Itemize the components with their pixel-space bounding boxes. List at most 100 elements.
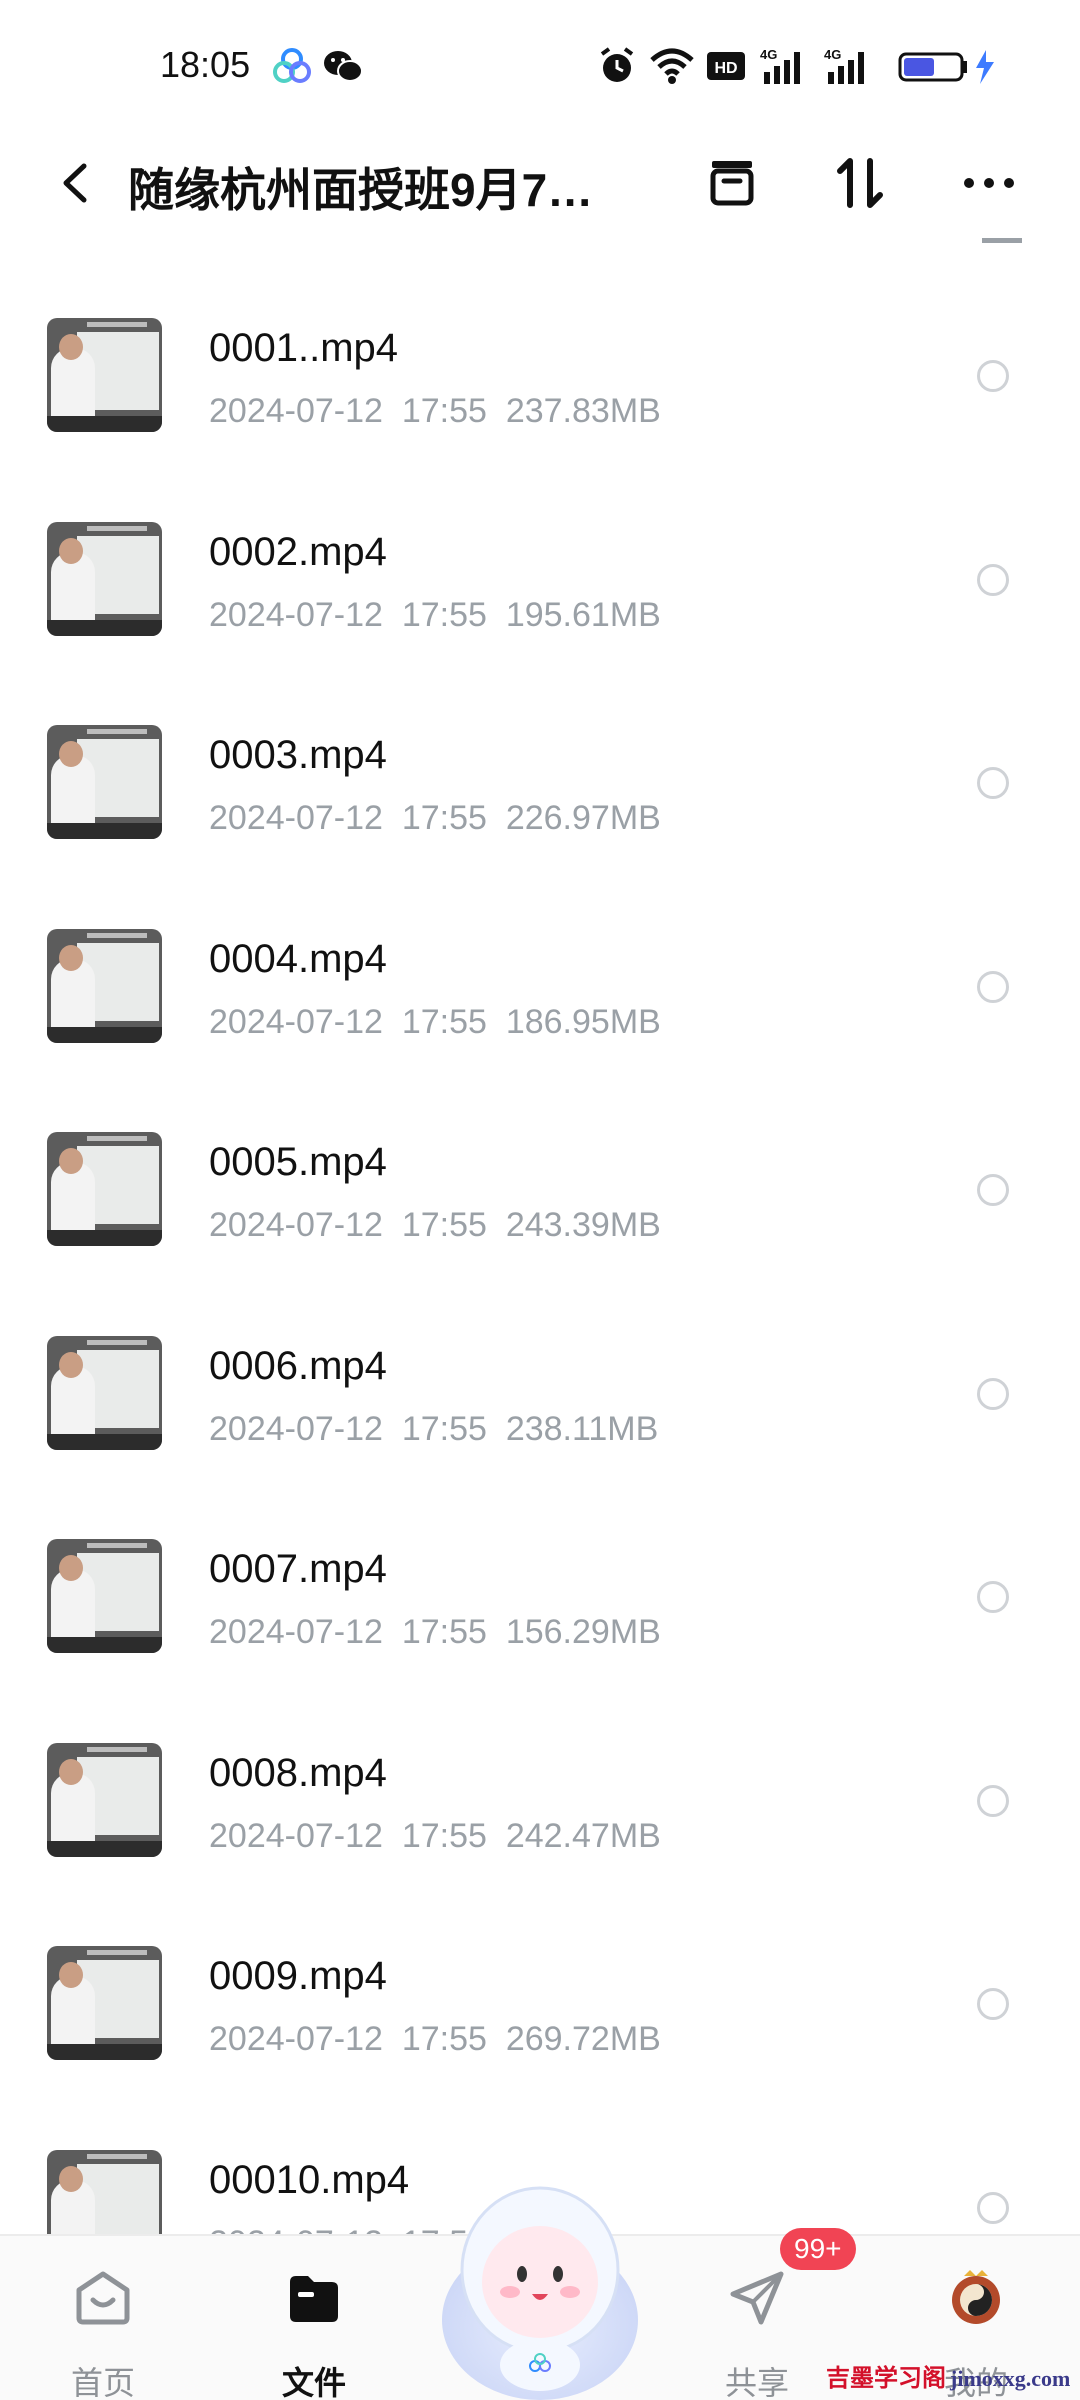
file-row[interactable]: 0005.mp4 2024-07-12 17:55 243.39MB <box>0 1074 1080 1277</box>
back-arrow-icon[interactable] <box>44 148 114 218</box>
select-radio[interactable] <box>977 1988 1009 2020</box>
nav-item-share[interactable]: 共享 <box>677 2258 837 2400</box>
file-date: 2024-07-12 <box>209 799 383 837</box>
wifi-icon <box>650 48 694 84</box>
video-thumbnail <box>47 725 162 839</box>
file-time: 17:55 <box>401 392 487 430</box>
site-watermark: 吉墨学习阁 jimoxxg.com <box>826 2358 1070 2400</box>
file-time: 17:55 <box>401 595 487 634</box>
select-radio[interactable] <box>977 1174 1009 1206</box>
file-time: 17:55 <box>401 2020 487 2058</box>
home-icon <box>76 2271 130 2325</box>
file-name: 0007.mp4 <box>209 1547 387 1591</box>
video-thumbnail <box>47 1946 162 2060</box>
file-name: 00010.mp4 <box>209 2157 410 2202</box>
ai-assistant-mascot-icon[interactable] <box>430 2170 650 2400</box>
watermark-en: jimoxxg.com <box>950 2366 1071 2391</box>
file-time: 17:55 <box>401 1206 487 1244</box>
file-meta: 2024-07-12 17:55 243.39MB <box>209 1206 661 1245</box>
select-radio[interactable] <box>977 1784 1009 1817</box>
svg-text:4G: 4G <box>760 47 777 62</box>
file-time: 17:55 <box>401 1002 487 1041</box>
file-size: 186.95MB <box>505 1002 661 1041</box>
grid-view-icon <box>982 238 1022 248</box>
file-size: 237.83MB <box>505 392 661 430</box>
file-name: 0001..mp4 <box>209 326 399 370</box>
file-row[interactable]: 0007.mp4 2024-07-12 17:55 156.29MB <box>0 1481 1080 1684</box>
file-time: 17:55 <box>401 1409 487 1448</box>
file-row[interactable]: 0009.mp4 2024-07-12 17:55 269.72MB <box>0 1888 1080 2091</box>
baidu-cloud-icon <box>273 48 311 83</box>
sort-button[interactable] <box>823 146 897 220</box>
file-size: 226.97MB <box>505 799 661 837</box>
watermark-cn: 吉墨学习阁 <box>826 2365 946 2392</box>
wechat-icon <box>324 51 363 82</box>
nav-item-files[interactable]: 文件 <box>234 2258 394 2400</box>
file-date: 2024-07-12 <box>209 1613 383 1651</box>
video-thumbnail <box>47 1539 162 1653</box>
file-date: 2024-07-12 <box>209 392 383 430</box>
svg-text:HD: HD <box>714 60 737 77</box>
nav-label-files: 文件 <box>281 2365 346 2400</box>
file-size: 238.11MB <box>505 1409 659 1448</box>
video-thumbnail <box>47 1742 162 1857</box>
file-name: 0003.mp4 <box>209 733 387 777</box>
file-date: 2024-07-12 <box>209 1816 383 1855</box>
status-bar: 18:05 HD 4G 4G <box>0 0 1080 128</box>
top-app-bar: 随缘杭州面授班9月7… <box>0 128 1080 238</box>
select-radio[interactable] <box>977 1581 1009 1613</box>
file-size: 269.72MB <box>505 2020 661 2058</box>
file-row[interactable]: 0001..mp4 2024-07-12 17:55 237.83MB <box>0 260 1080 463</box>
file-name: 0006.mp4 <box>209 1343 387 1388</box>
file-name: 0004.mp4 <box>209 936 387 981</box>
archive-button[interactable] <box>695 146 769 220</box>
file-size: 195.61MB <box>505 595 661 634</box>
file-meta: 2024-07-12 17:55 237.83MB <box>209 392 661 431</box>
share-notification-badge: 99+ <box>780 2228 856 2270</box>
select-radio[interactable] <box>977 563 1009 596</box>
file-meta: 2024-07-12 17:55 186.95MB <box>209 1003 661 1042</box>
signal-4g-icon-2: 4G <box>824 47 864 84</box>
file-row[interactable]: 0002.mp4 2024-07-12 17:55 195.61MB <box>0 464 1080 667</box>
file-date: 2024-07-12 <box>209 1002 383 1041</box>
file-date: 2024-07-12 <box>209 1409 383 1448</box>
file-size: 243.39MB <box>505 1206 661 1244</box>
file-row[interactable]: 0004.mp4 2024-07-12 17:55 186.95MB <box>0 871 1080 1074</box>
signal-4g-icon: 4G <box>760 47 800 84</box>
folder-icon <box>290 2276 338 2322</box>
file-row[interactable]: 0006.mp4 2024-07-12 17:55 238.11MB <box>0 1278 1080 1481</box>
more-button[interactable] <box>952 146 1026 220</box>
select-radio[interactable] <box>977 970 1009 1003</box>
select-radio[interactable] <box>977 1377 1009 1410</box>
select-radio[interactable] <box>977 767 1009 799</box>
select-radio[interactable] <box>977 2191 1009 2224</box>
video-thumbnail <box>47 521 162 636</box>
file-time: 17:55 <box>401 1816 487 1855</box>
nav-label-home: 首页 <box>70 2365 135 2400</box>
file-date: 2024-07-12 <box>209 1206 383 1244</box>
file-row[interactable]: 0003.mp4 2024-07-12 17:55 226.97MB <box>0 667 1080 870</box>
more-icon <box>964 178 1014 188</box>
file-list: 0001..mp4 2024-07-12 17:55 237.83MB 0002.m… <box>0 260 1080 2234</box>
file-meta: 2024-07-12 17:55 226.97MB <box>209 799 661 838</box>
nav-label-share: 共享 <box>724 2365 789 2400</box>
alarm-icon <box>600 47 634 82</box>
file-time: 17:55 <box>401 1613 487 1651</box>
sort-icon <box>837 158 883 208</box>
status-time: 18:05 <box>160 44 251 85</box>
select-radio[interactable] <box>977 360 1009 392</box>
page-title: 随缘杭州面授班9月7… <box>128 164 594 216</box>
file-date: 2024-07-12 <box>209 2224 383 2235</box>
archive-icon <box>710 161 754 206</box>
nav-item-home[interactable]: 首页 <box>23 2258 183 2400</box>
file-name: 0005.mp4 <box>209 1140 387 1184</box>
video-thumbnail <box>47 318 162 432</box>
file-meta: 2024-07-12 17:55 238.11MB <box>209 1410 658 1449</box>
send-icon <box>730 2271 784 2325</box>
file-meta: 2024-07-12 17:55 156.29MB <box>209 1613 661 1652</box>
battery-charging-icon <box>898 50 994 84</box>
hd-icon: HD <box>707 52 745 80</box>
file-time: 17:55 <box>401 799 487 837</box>
avatar-icon <box>952 2270 1000 2324</box>
file-row[interactable]: 0008.mp4 2024-07-12 17:55 242.47MB <box>0 1685 1080 1888</box>
